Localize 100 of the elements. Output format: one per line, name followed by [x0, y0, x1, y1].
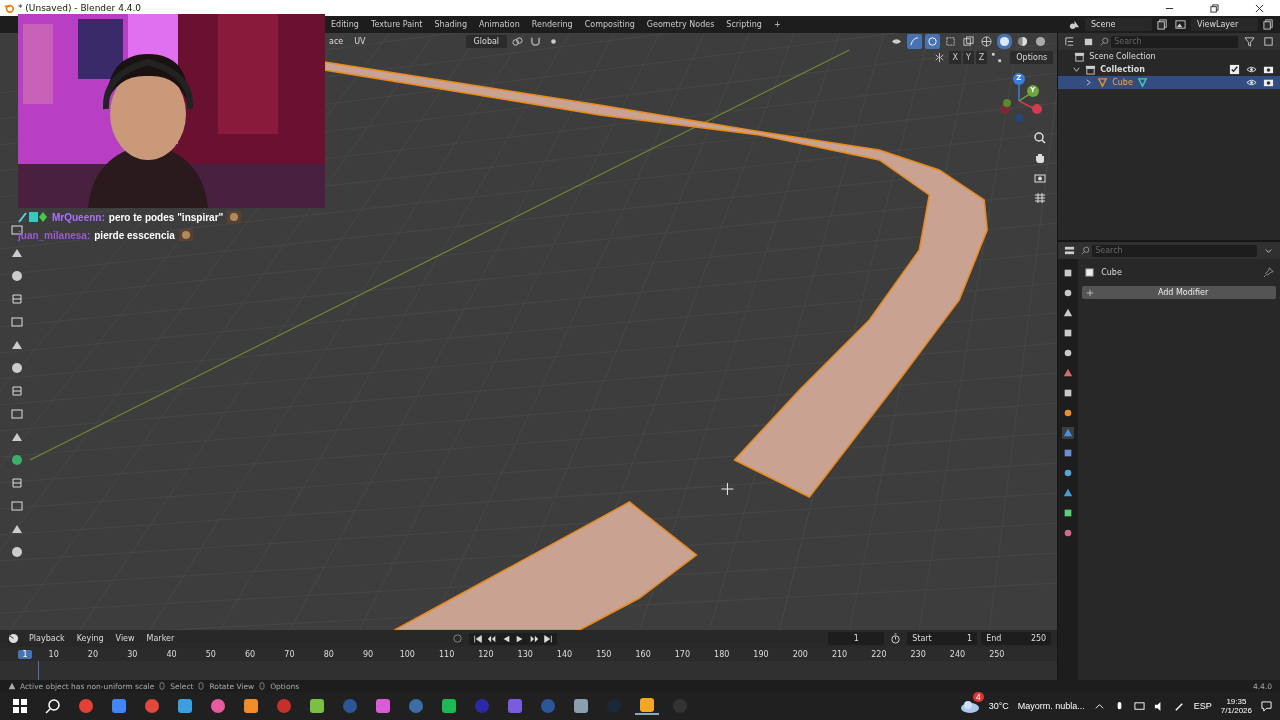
cloud-icon: [959, 699, 980, 713]
playhead[interactable]: 1: [18, 649, 32, 659]
timeline-menu[interactable]: Marker: [142, 634, 179, 643]
workspace-tab[interactable]: Geometry Nodes: [641, 18, 720, 31]
add-modifier-button[interactable]: Add Modifier: [1082, 286, 1276, 299]
tool-icon[interactable]: [10, 499, 24, 513]
collection-label: Scene Collection: [1089, 52, 1156, 61]
workspace-tab[interactable]: Editing: [326, 18, 364, 31]
tool-icon[interactable]: [10, 407, 24, 421]
frame-number: 240: [948, 649, 967, 659]
search-field[interactable]: Search: [1111, 35, 1238, 48]
grid-icon[interactable]: [1033, 191, 1048, 205]
mouse-icon: [197, 682, 206, 690]
workspace-tab[interactable]: Animation: [474, 18, 525, 31]
solid-shading-icon[interactable]: [997, 34, 1013, 49]
search-icon: [1081, 246, 1091, 255]
properties-tab-icon[interactable]: [1062, 427, 1075, 439]
frame-number: 150: [595, 649, 613, 659]
editor-type-icon[interactable]: [6, 631, 21, 646]
frame-number: 40: [165, 649, 178, 659]
start-frame-field[interactable]: Start 1: [907, 632, 978, 645]
overlay-toggle-icon[interactable]: [925, 34, 941, 49]
temperature-label[interactable]: 30°C: [988, 701, 1009, 711]
frame-number: 250: [988, 649, 1006, 659]
zoom-icon[interactable]: [1033, 131, 1048, 145]
axis-toggle[interactable]: Y: [962, 51, 974, 64]
workspace-tab[interactable]: Rendering: [526, 18, 578, 31]
language-indicator[interactable]: ESP: [1193, 701, 1212, 711]
copy-icon[interactable]: [1261, 17, 1276, 32]
workspace-tab[interactable]: Scripting: [721, 18, 767, 31]
properties-tab-icon[interactable]: [1062, 307, 1075, 319]
warning-icon: [8, 682, 16, 690]
scene-field[interactable]: Scene: [1085, 18, 1152, 31]
orientation-dropdown[interactable]: Global: [465, 35, 508, 48]
frame-number: 120: [477, 649, 495, 659]
network-icon[interactable]: [1133, 700, 1145, 712]
collection-label: Collection: [1100, 65, 1145, 74]
options-dropdown[interactable]: Options: [1010, 51, 1054, 64]
frame-number: 70: [283, 649, 296, 659]
chat-message: pero te podes "inspirar": [108, 211, 224, 223]
frame-number: 140: [555, 649, 574, 659]
workspace-tab[interactable]: Shading: [429, 18, 472, 31]
tool-icon[interactable]: [10, 453, 24, 467]
tool-icon[interactable]: [10, 269, 24, 283]
timeline-menu[interactable]: Playback: [25, 634, 69, 643]
menu-item[interactable]: UV: [350, 37, 370, 46]
frame-number: 230: [909, 649, 927, 659]
wireframe-shading-icon[interactable]: [979, 34, 995, 49]
chat-username: juan_milanesa:: [18, 229, 91, 241]
properties-tab-icon[interactable]: [1062, 487, 1075, 499]
gizmo-toggle-icon[interactable]: [907, 34, 923, 49]
end-frame-field[interactable]: End 250: [981, 632, 1052, 645]
menu-item[interactable]: ace: [325, 37, 348, 46]
object-name: Cube: [1101, 268, 1122, 277]
outliner-row[interactable]: Cube: [1058, 76, 1280, 89]
app-icon[interactable]: [635, 697, 659, 715]
view-layer-field[interactable]: ViewLayer: [1191, 18, 1258, 31]
emote-icon: [178, 229, 193, 241]
current-frame-field[interactable]: 1: [828, 632, 885, 645]
cursor-icon: [720, 482, 734, 496]
frame-number: 190: [752, 649, 770, 659]
timeline-menu[interactable]: Keying: [72, 634, 108, 643]
tool-icon[interactable]: [10, 315, 24, 329]
timeline-menu[interactable]: View: [111, 634, 139, 643]
tool-icon[interactable]: [10, 292, 24, 306]
link-icon[interactable]: [510, 34, 526, 49]
workspace-tab[interactable]: Texture Paint: [365, 18, 428, 31]
copy-icon[interactable]: [1155, 17, 1170, 32]
add-workspace-button[interactable]: +: [768, 18, 786, 31]
frame-number: 10: [47, 649, 60, 659]
outliner-row[interactable]: Collection: [1058, 63, 1280, 76]
frame-number: 80: [322, 649, 335, 659]
clock[interactable]: 19:35 7/1/2026: [1220, 697, 1252, 715]
tool-icon[interactable]: [10, 545, 24, 559]
image-icon[interactable]: [1173, 17, 1188, 32]
new-collection-icon[interactable]: [1261, 34, 1276, 49]
outliner-row[interactable]: Scene Collection: [1058, 50, 1280, 63]
notifications-icon[interactable]: [1261, 700, 1272, 712]
axis-toggle[interactable]: X: [949, 51, 961, 64]
search-field[interactable]: Search: [1092, 244, 1257, 257]
pin-icon[interactable]: [1261, 265, 1276, 280]
checkbox-icon[interactable]: [1227, 62, 1242, 77]
frame-number: 20: [86, 649, 100, 659]
properties-tab-icon[interactable]: [1062, 367, 1075, 379]
axis-toggle[interactable]: Z: [975, 51, 988, 64]
frame-number: 220: [870, 649, 888, 659]
tool-icon[interactable]: [10, 361, 24, 375]
tool-icon[interactable]: [10, 476, 24, 490]
tool-icon[interactable]: [10, 384, 24, 398]
filter-icon[interactable]: [1242, 34, 1257, 49]
frame-number: 110: [437, 649, 456, 659]
frame-number: 160: [634, 649, 652, 659]
frame-number: 90: [361, 649, 375, 659]
object-label: Cube: [1112, 78, 1133, 87]
workspace-tab[interactable]: Compositing: [579, 18, 640, 31]
frame-number: 180: [713, 649, 731, 659]
xray-icon[interactable]: [961, 34, 977, 49]
forecast-label[interactable]: Mayorm. nubla...: [1017, 701, 1085, 711]
camera-icon[interactable]: [1033, 171, 1048, 185]
chat-message: pierde esscencia: [94, 229, 175, 241]
